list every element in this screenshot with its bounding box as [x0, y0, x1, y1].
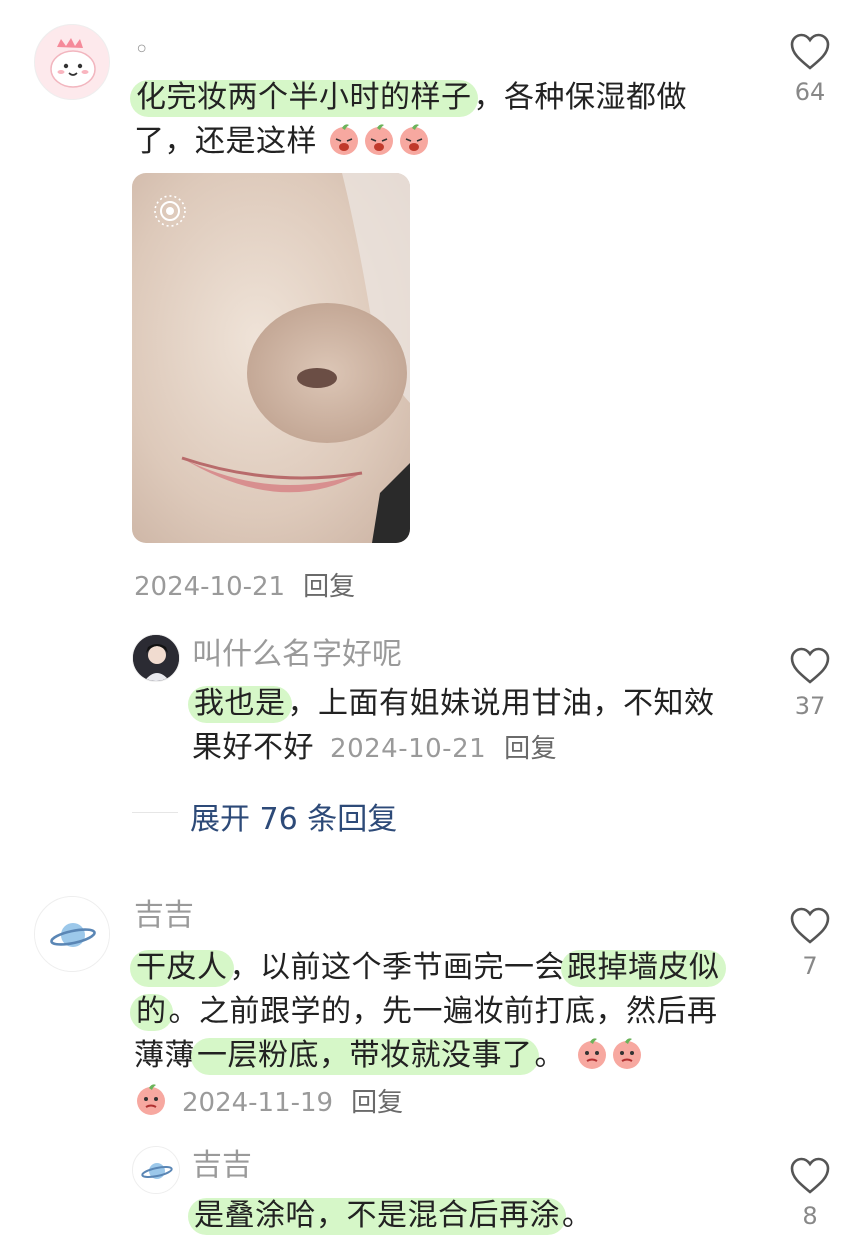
heart-icon [790, 1157, 830, 1194]
highlighted-text: 是叠涂哈，不是混合后再涂 [188, 1198, 566, 1235]
planet-avatar-icon [35, 897, 109, 971]
comment-text: 干皮人，以前这个季节画完一会跟掉墙皮似的。之前跟学的，先一遍妆前打底，然后再薄薄… [130, 946, 734, 1078]
comment-text: 化完妆两个半小时的样子，各种保湿都做了，还是这样 [130, 76, 734, 164]
highlighted-text: 化完妆两个半小时的样子 [130, 80, 478, 117]
crying-peach-emoji [330, 124, 359, 155]
avatar[interactable] [132, 634, 180, 682]
comment-username[interactable]: ◦ [134, 32, 149, 68]
reply-text: 是叠涂哈，不是混合后再涂。 [188, 1194, 752, 1238]
emoji-group [565, 1038, 645, 1073]
comment-date: 2024-10-21 [134, 572, 286, 602]
heart-icon [790, 907, 830, 944]
heart-icon [790, 33, 830, 70]
like-count: 7 [802, 952, 818, 980]
anime-avatar-icon [133, 635, 179, 681]
emoji-group [317, 124, 432, 159]
comment-thread: ◦ 化完妆两个半小时的样子，各种保湿都做了，还是这样 2024-10-21 回复… [0, 0, 868, 1240]
avatar[interactable] [34, 896, 110, 972]
comment-meta: 2024-10-21 回复 [134, 566, 355, 603]
crying-peach-emoji [365, 124, 394, 155]
like-count: 37 [794, 692, 826, 720]
smirk-peach-emoji [613, 1038, 642, 1069]
expand-replies-button[interactable]: 展开 76 条回复 [190, 794, 397, 838]
like-button[interactable]: 8 [780, 1156, 840, 1230]
crying-peach-emoji [400, 124, 429, 155]
heart-icon [790, 647, 830, 684]
avatar[interactable] [132, 1146, 180, 1194]
comment-text-part: ，以前这个季节画完一会 [229, 950, 565, 985]
like-count: 64 [794, 78, 826, 106]
highlighted-text: 我也是 [188, 686, 292, 723]
highlighted-text: 一层粉底，带妆就没事了 [191, 1038, 539, 1075]
reply-text-rest: 。 [562, 1198, 593, 1233]
comment-meta: 2024-11-19 回复 [134, 1082, 403, 1119]
reply-text: 我也是，上面有姐妹说用甘油，不知效果好不好 2024-10-21 回复 [188, 682, 742, 771]
like-button[interactable]: 7 [780, 906, 840, 980]
comment-date: 2024-11-19 [182, 1088, 334, 1118]
reply-button[interactable]: 回复 [504, 734, 557, 764]
live-photo-icon [154, 195, 186, 227]
comment-username[interactable]: 吉吉 [134, 898, 194, 934]
reply-username[interactable]: 叫什么名字好呢 [192, 637, 402, 673]
reply-date: 2024-10-21 [330, 734, 487, 764]
reply-meta: 2024-10-21 回复 [330, 734, 557, 764]
like-button[interactable]: 64 [780, 32, 840, 106]
smirk-peach-emoji [137, 1084, 165, 1115]
comment-photo[interactable] [132, 173, 410, 543]
planet-avatar-icon [133, 1147, 179, 1193]
highlighted-text: 干皮人 [130, 950, 234, 987]
reply-button[interactable]: 回复 [303, 572, 355, 602]
avatar[interactable] [34, 24, 110, 100]
reply-username[interactable]: 吉吉 [192, 1148, 252, 1184]
smirk-peach-emoji [578, 1038, 607, 1069]
comment-text-part: 。 [534, 1038, 565, 1073]
bunny-avatar-icon [35, 25, 109, 99]
like-button[interactable]: 37 [780, 646, 840, 720]
like-count: 8 [802, 1202, 818, 1230]
expand-divider [132, 812, 178, 813]
reply-button[interactable]: 回复 [351, 1088, 403, 1118]
